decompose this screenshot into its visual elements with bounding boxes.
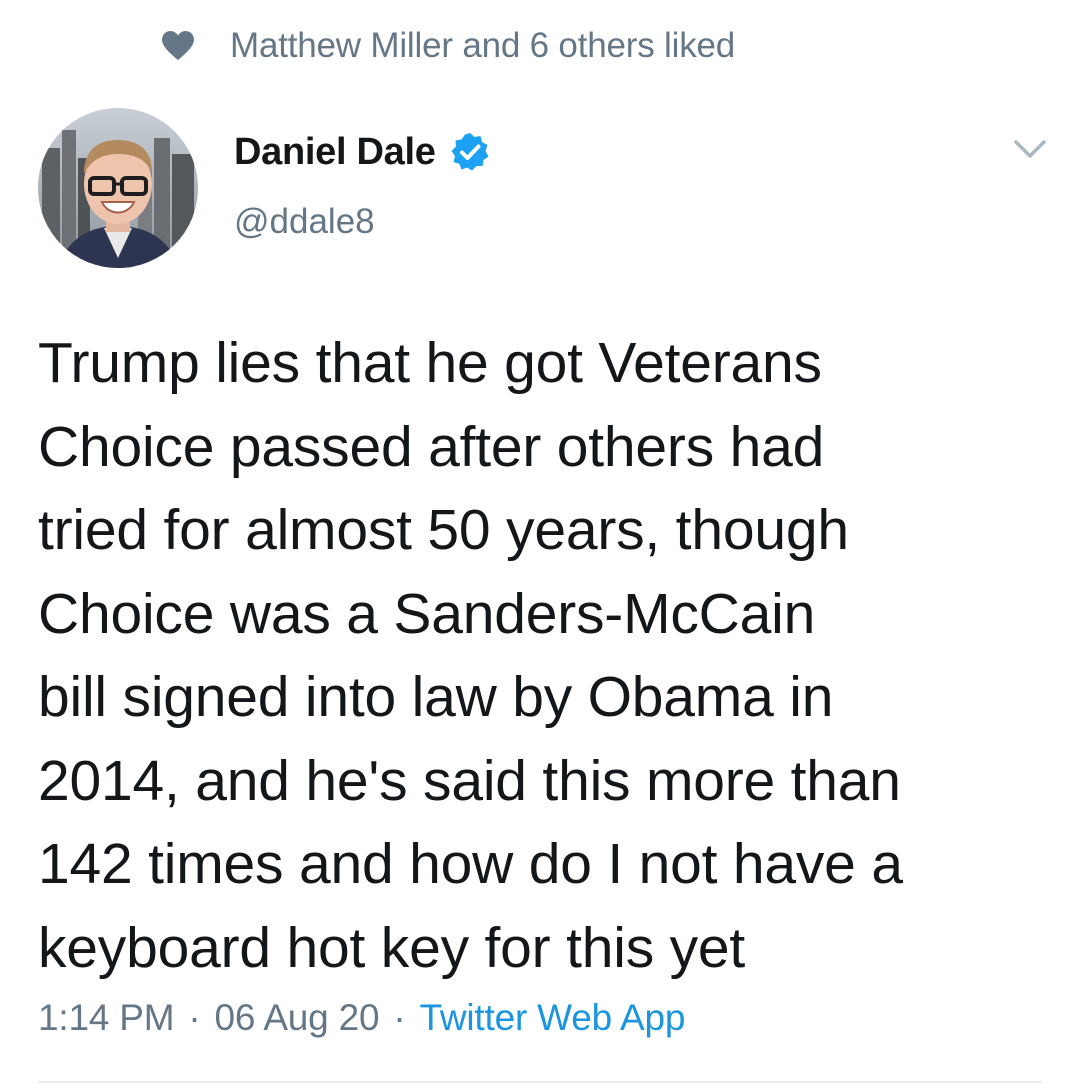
social-context[interactable]: Matthew Miller and 6 others liked [162,24,735,68]
divider [38,1081,1042,1083]
author-handle[interactable]: @ddale8 [234,202,375,242]
social-context-text: Matthew Miller and 6 others liked [230,26,736,65]
meta-separator: · [393,997,406,1038]
verified-badge-icon [450,132,490,172]
tweet-source-link[interactable]: Twitter Web App [420,997,686,1039]
avatar[interactable] [38,108,198,268]
author-display-name[interactable]: Daniel Dale [234,131,436,174]
meta-separator: · [188,997,201,1038]
author-name-row[interactable]: Daniel Dale [234,124,490,180]
tweet-text: Trump lies that he got Veterans Choice p… [38,331,903,980]
chevron-down-icon[interactable] [1010,134,1050,164]
tweet-date[interactable]: 06 Aug 20 [215,997,380,1039]
tweet-time[interactable]: 1:14 PM [38,997,175,1039]
heart-icon [162,31,194,61]
tweet-meta: 1:14 PM · 06 Aug 20 · Twitter Web App [38,990,685,1046]
